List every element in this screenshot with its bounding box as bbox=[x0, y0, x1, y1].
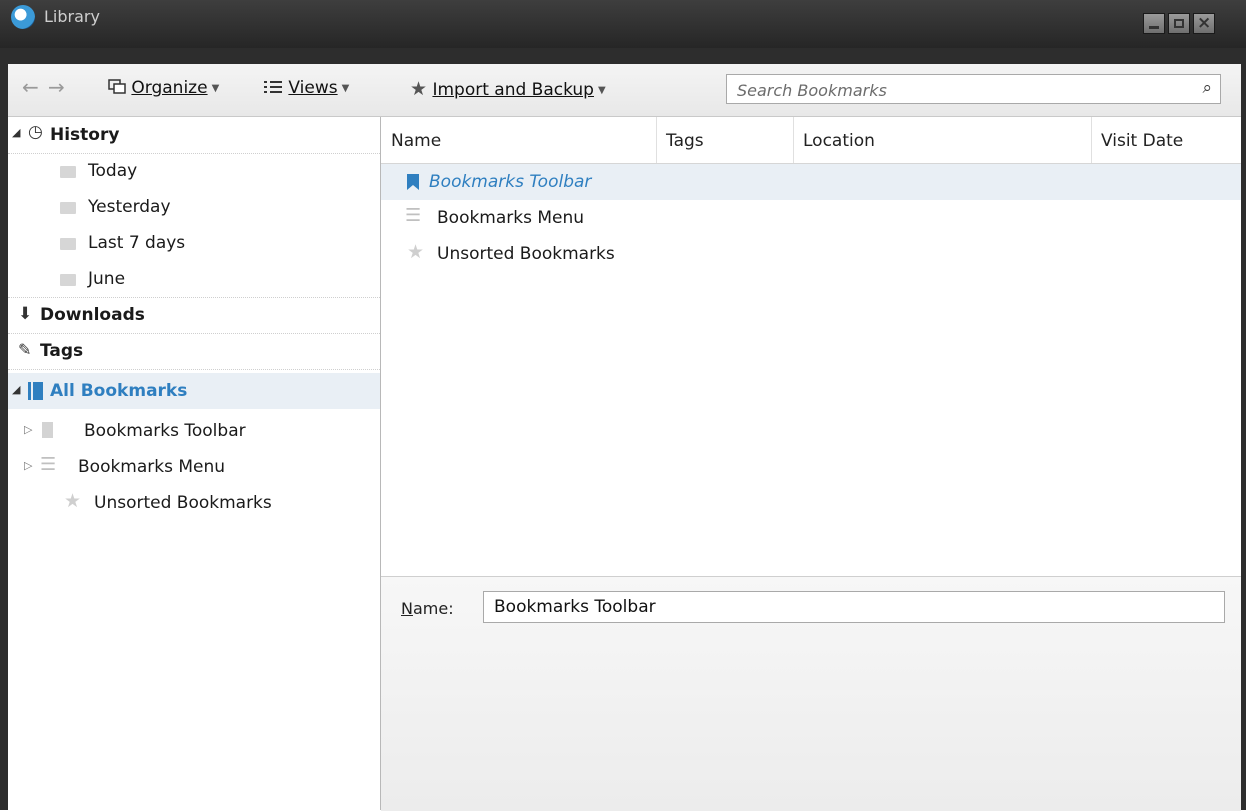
tree-item-all-bookmarks[interactable]: ◢ All Bookmarks bbox=[8, 373, 380, 409]
tree-label: Yesterday bbox=[88, 197, 171, 217]
minimize-button[interactable] bbox=[1143, 13, 1165, 34]
import-backup-button[interactable]: ★ Import and Backup ▼ bbox=[410, 78, 606, 100]
dropdown-arrow-icon: ▼ bbox=[341, 83, 350, 94]
list-row-bookmarks-menu[interactable]: ☰ Bookmarks Menu bbox=[381, 200, 1241, 236]
tree-label: Today bbox=[88, 161, 138, 181]
forward-button[interactable]: → bbox=[48, 75, 65, 99]
library-window: Library × ← → Organize ▼ Views ▼ ★ Import … bbox=[0, 0, 1246, 811]
expand-arrow-icon[interactable]: ◢ bbox=[12, 126, 20, 139]
close-icon: × bbox=[1197, 13, 1212, 33]
column-divider[interactable] bbox=[793, 117, 794, 163]
column-header-tags[interactable]: Tags bbox=[666, 131, 704, 151]
row-label: Bookmarks Toolbar bbox=[429, 172, 592, 192]
star-icon: ★ bbox=[407, 241, 425, 263]
window-title: Library bbox=[44, 7, 100, 26]
import-label: Import and Backup bbox=[432, 80, 594, 100]
search-box[interactable]: ⌕ bbox=[726, 74, 1221, 104]
row-label: Unsorted Bookmarks bbox=[437, 244, 615, 264]
expand-arrow-icon[interactable]: ◢ bbox=[12, 383, 20, 396]
folder-icon bbox=[60, 274, 76, 286]
tree-label: Tags bbox=[40, 341, 84, 361]
sidebar-tree: ◢ ◷ History Today Yesterday Last 7 days … bbox=[8, 117, 381, 810]
name-label-rest: ame: bbox=[412, 599, 454, 618]
folder-icon bbox=[60, 202, 76, 214]
column-divider[interactable] bbox=[1091, 117, 1092, 163]
menu-list-icon: ☰ bbox=[405, 205, 422, 226]
folder-icon bbox=[60, 166, 76, 178]
downloads-icon: ⬇ bbox=[18, 304, 33, 324]
column-header-name[interactable]: Name bbox=[391, 131, 441, 151]
tree-item-last-7-days[interactable]: Last 7 days bbox=[8, 225, 380, 261]
search-input[interactable] bbox=[735, 78, 1179, 102]
title-bar[interactable]: Library × bbox=[0, 0, 1246, 48]
tree-item-bookmarks-menu[interactable]: ▷ ☰ Bookmarks Menu bbox=[8, 449, 380, 485]
tree-item-bookmarks-toolbar[interactable]: ▷ Bookmarks Toolbar bbox=[8, 413, 380, 449]
maximize-button[interactable] bbox=[1168, 13, 1190, 34]
organize-label: Organize bbox=[131, 78, 208, 98]
column-divider[interactable] bbox=[656, 117, 657, 163]
tree-item-yesterday[interactable]: Yesterday bbox=[8, 189, 380, 225]
tree-label: History bbox=[50, 125, 120, 145]
tree-label: All Bookmarks bbox=[50, 381, 188, 401]
tree-label: Unsorted Bookmarks bbox=[94, 493, 272, 513]
tree-item-unsorted-bookmarks[interactable]: ★ Unsorted Bookmarks bbox=[8, 485, 380, 521]
tree-item-history[interactable]: ◢ ◷ History bbox=[8, 117, 380, 154]
folder-icon bbox=[60, 238, 76, 250]
menu-list-icon: ☰ bbox=[40, 454, 57, 475]
dropdown-arrow-icon: ▼ bbox=[597, 85, 606, 96]
bookmark-flag-icon bbox=[407, 174, 419, 190]
app-logo-icon bbox=[11, 5, 35, 29]
tree-item-tags[interactable]: ✎ Tags bbox=[8, 333, 380, 370]
back-button[interactable]: ← bbox=[22, 75, 39, 99]
tree-item-today[interactable]: Today bbox=[8, 153, 380, 189]
clock-icon: ◷ bbox=[28, 122, 43, 142]
tree-item-june[interactable]: June bbox=[8, 261, 380, 298]
column-header-location[interactable]: Location bbox=[803, 131, 875, 151]
organize-button[interactable]: Organize ▼ bbox=[108, 78, 219, 98]
dropdown-arrow-icon: ▼ bbox=[211, 83, 220, 94]
views-button[interactable]: Views ▼ bbox=[263, 78, 349, 98]
tree-label: June bbox=[88, 269, 126, 289]
close-button[interactable]: × bbox=[1193, 13, 1215, 34]
tree-label: Last 7 days bbox=[88, 233, 186, 253]
collapse-arrow-icon[interactable]: ▷ bbox=[24, 459, 32, 472]
row-label: Bookmarks Menu bbox=[437, 208, 585, 228]
organize-icon bbox=[108, 79, 126, 94]
tree-label: Bookmarks Menu bbox=[78, 457, 226, 477]
tree-label: Bookmarks Toolbar bbox=[84, 421, 246, 441]
tree-item-downloads[interactable]: ⬇ Downloads bbox=[8, 297, 380, 334]
name-field-label: Name: bbox=[401, 599, 454, 618]
star-icon: ★ bbox=[64, 490, 82, 512]
tree-label: Downloads bbox=[40, 305, 145, 325]
maximize-icon bbox=[1174, 19, 1184, 28]
list-row-bookmarks-toolbar[interactable]: Bookmarks Toolbar bbox=[381, 164, 1241, 200]
import-star-icon: ★ bbox=[410, 78, 428, 100]
detail-pane: Name: bbox=[381, 576, 1241, 811]
list-row-unsorted-bookmarks[interactable]: ★ Unsorted Bookmarks bbox=[381, 236, 1241, 272]
bookmark-flag-icon bbox=[42, 422, 53, 438]
tag-icon: ✎ bbox=[18, 340, 32, 359]
bookmark-list: Name Tags Location Visit Date Bookmarks … bbox=[381, 117, 1241, 576]
name-label-accesskey: N bbox=[401, 599, 413, 618]
search-icon[interactable]: ⌕ bbox=[1202, 78, 1212, 98]
library-books-icon bbox=[28, 382, 43, 400]
minimize-icon bbox=[1149, 26, 1159, 29]
toolbar: ← → Organize ▼ Views ▼ ★ Import and Backup… bbox=[8, 64, 1241, 117]
views-label: Views bbox=[288, 78, 338, 98]
column-headers: Name Tags Location Visit Date bbox=[381, 117, 1241, 164]
column-header-visit-date[interactable]: Visit Date bbox=[1101, 131, 1183, 151]
collapse-arrow-icon[interactable]: ▷ bbox=[24, 423, 32, 436]
views-list-icon bbox=[264, 81, 282, 93]
name-field[interactable] bbox=[483, 591, 1225, 623]
